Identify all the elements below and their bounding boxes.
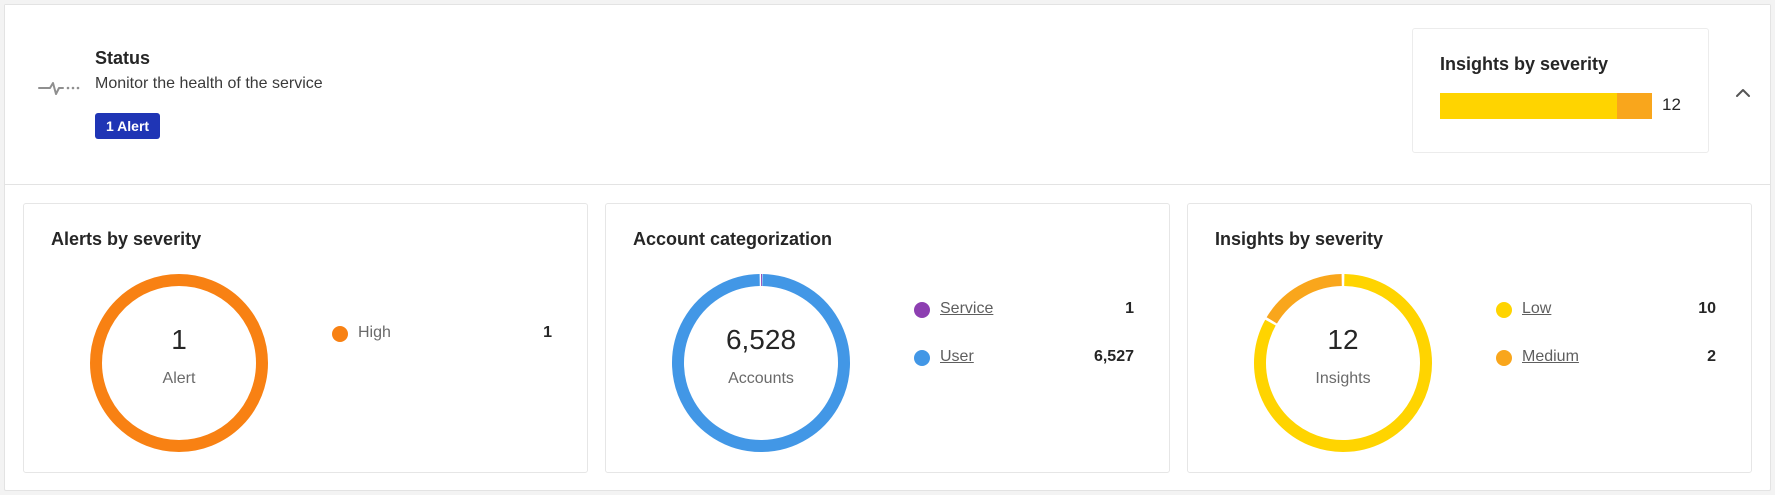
status-panel: Status Monitor the health of the service… [4,4,1771,491]
donut-slice-user [672,274,850,452]
chart-legend: High 1 [332,322,552,370]
legend-link-medium[interactable]: Medium [1522,348,1579,366]
donut-svg [90,274,268,452]
severity-bar-segment-medium [1616,93,1652,119]
legend-item-low: Low 10 [1496,298,1716,322]
chart-legend: Low 10 Medium 2 [1496,298,1716,394]
legend-item-high: High 1 [332,322,552,346]
legend-dot [1496,302,1512,318]
legend-item-user: User 6,527 [914,346,1134,370]
legend-value: 1 [543,324,552,341]
card-title: Insights by severity [1215,229,1384,249]
legend-link-service[interactable]: Service [940,300,993,318]
alerts-by-severity-card: Alerts by severity 1 Alert High 1 [23,203,588,473]
status-subtitle: Monitor the health of the service [95,75,323,92]
legend-dot [914,350,930,366]
severity-bar-segment-low [1440,93,1617,119]
donut-center-value: 12 [1327,324,1359,355]
legend-value: 10 [1698,300,1716,317]
accounts-donut-chart: 6,528 Accounts [670,272,852,454]
legend-dot [1496,350,1512,366]
status-header: Status Monitor the health of the service… [5,5,1770,185]
legend-item-service: Service 1 [914,298,1134,322]
insights-summary-title: Insights by severity [1440,54,1609,74]
chart-legend: Service 1 User 6,527 [914,298,1134,394]
donut-center-value: 1 [171,324,187,355]
donut-center-label: Alert [162,370,196,387]
donut-center-value: 6,528 [725,324,797,355]
status-title: Status [95,48,151,68]
donut-center-label: Accounts [728,370,794,387]
legend-value: 1 [1125,300,1134,317]
donut-center-label: Insights [1315,370,1371,387]
legend-dot [332,326,348,342]
donut-svg [672,274,850,452]
card-title: Account categorization [633,229,833,249]
alerts-donut-chart: 1 Alert [88,272,270,454]
card-title: Alerts by severity [51,229,202,249]
donut-svg [1254,274,1432,452]
insights-total-count: 12 [1662,95,1681,114]
legend-link-low[interactable]: Low [1522,300,1551,318]
chevron-up-icon[interactable] [1731,81,1755,105]
insights-summary-card: Insights by severity 12 [1412,28,1709,153]
donut-slice-medium [1266,274,1342,324]
insights-by-severity-card: Insights by severity 12 Insights Low 10 … [1187,203,1752,473]
legend-item-medium: Medium 2 [1496,346,1716,370]
legend-label: High [358,324,391,341]
legend-dot [914,302,930,318]
legend-value: 6,527 [1093,348,1134,365]
legend-value: 2 [1707,348,1716,365]
legend-link-user[interactable]: User [940,348,974,366]
insights-donut-chart: 12 Insights [1252,272,1434,454]
activity-pulse-icon [38,82,80,95]
donut-slice-high [90,274,268,452]
insights-severity-bar [1440,93,1652,119]
account-categorization-card: Account categorization 6,528 Accounts Se… [605,203,1170,473]
alert-badge[interactable]: 1 Alert [95,113,161,139]
